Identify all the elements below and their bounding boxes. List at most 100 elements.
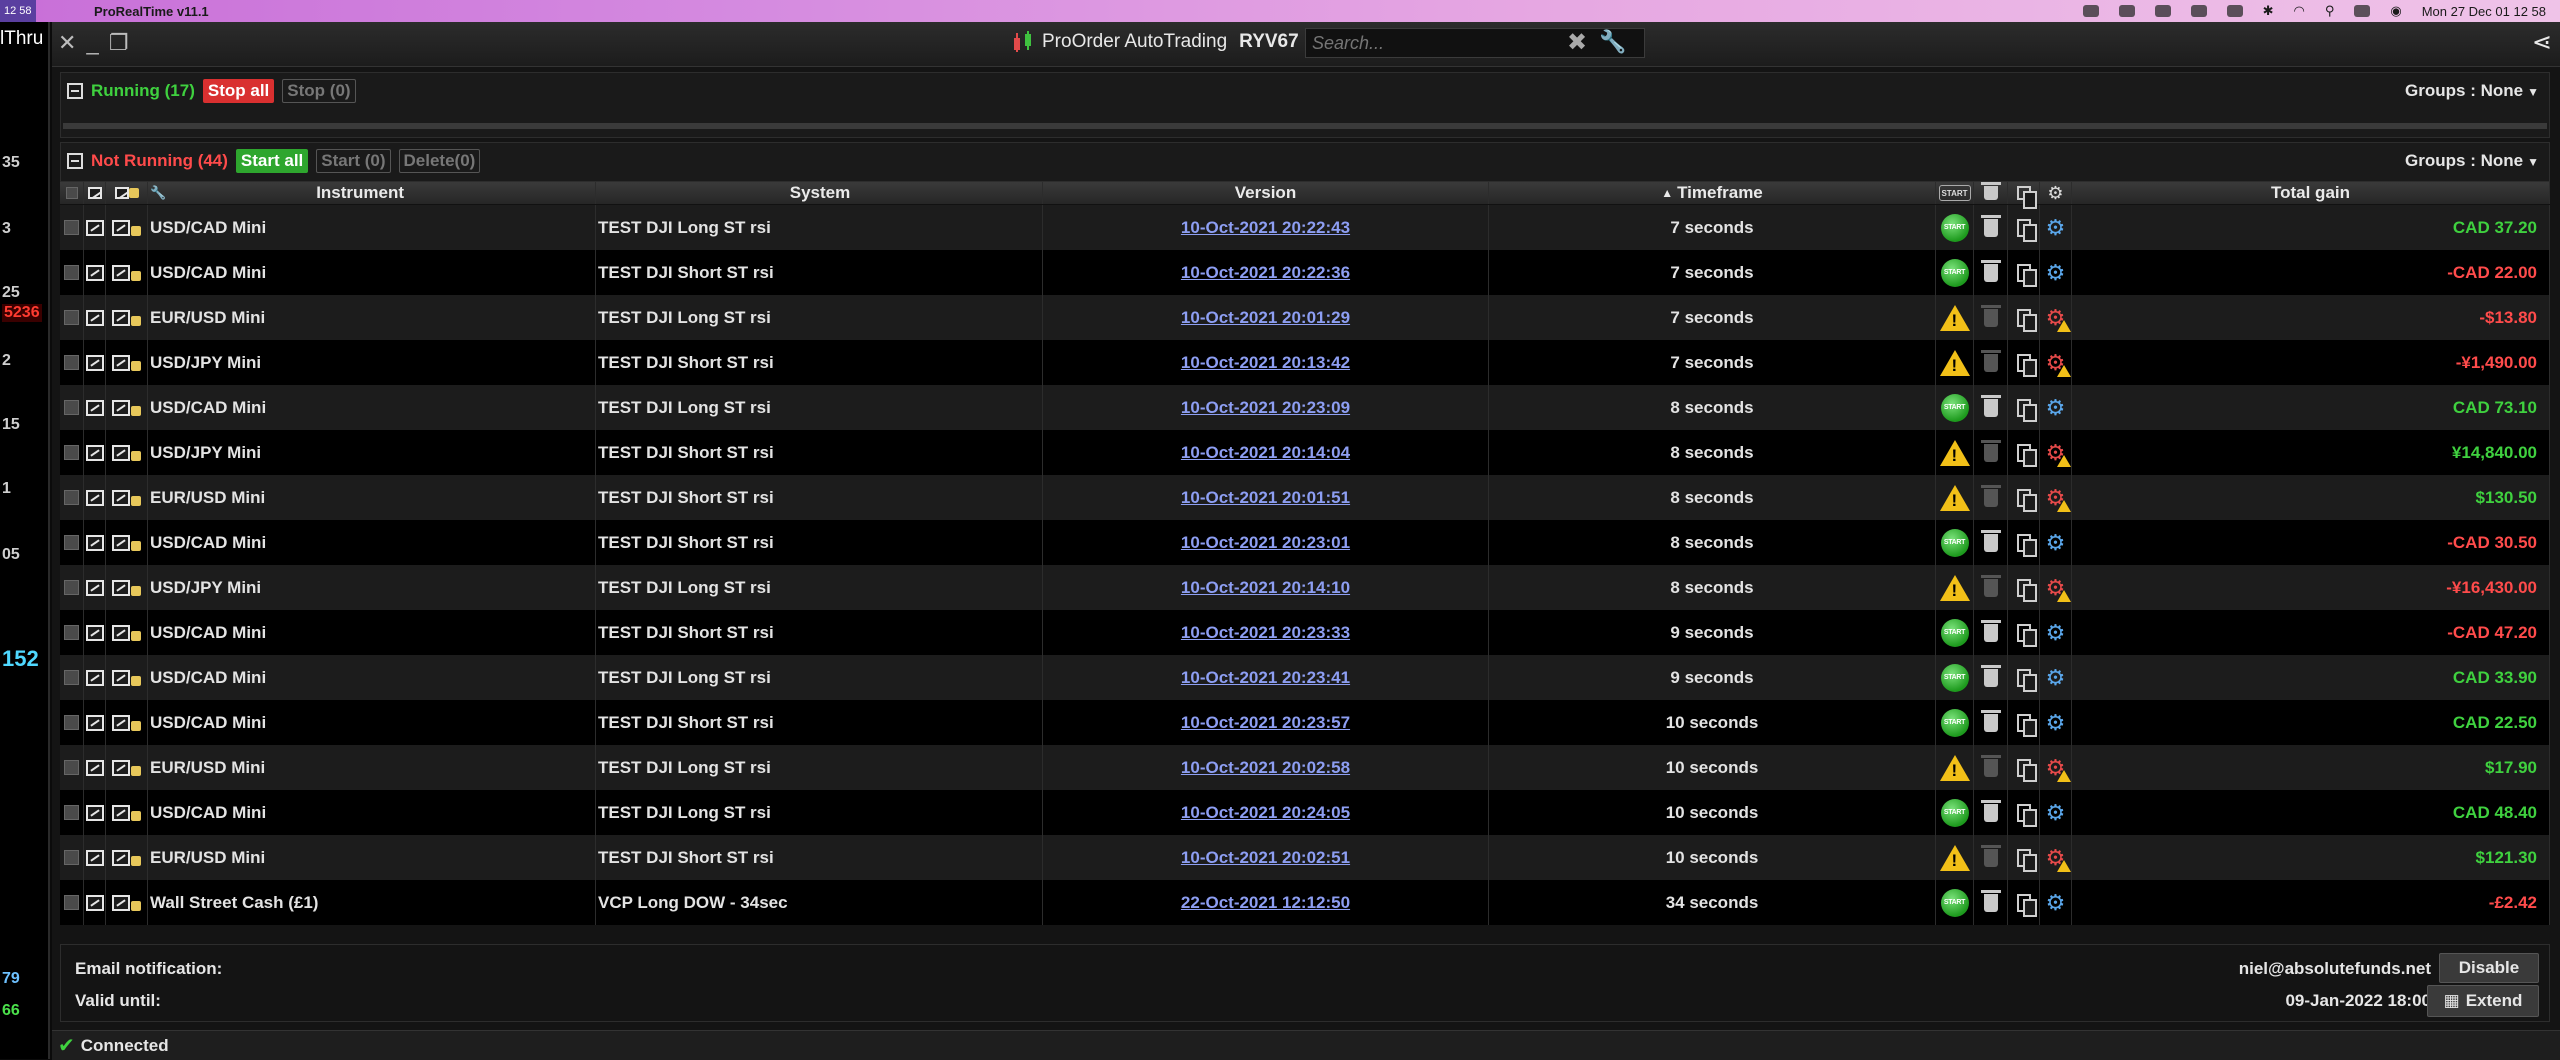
cell-copy[interactable]: [2008, 295, 2040, 340]
column-timeframe[interactable]: ▲ Timeframe: [1489, 182, 1936, 204]
email-lock-icon[interactable]: [106, 205, 148, 250]
gear-icon[interactable]: ⚙: [2046, 576, 2072, 602]
cell-start[interactable]: [1936, 430, 1974, 475]
email-lock-icon[interactable]: [106, 880, 148, 925]
gear-icon[interactable]: ⚙: [2046, 486, 2072, 512]
close-icon[interactable]: ✕: [58, 32, 76, 54]
cell-settings[interactable]: ⚙: [2040, 295, 2072, 340]
start-all-button[interactable]: Start all: [235, 149, 309, 173]
cell-delete[interactable]: [1974, 520, 2008, 565]
email-icon[interactable]: [84, 295, 106, 340]
cell-delete[interactable]: [1974, 295, 2008, 340]
cell-version-link[interactable]: 10-Oct-2021 20:23:09: [1043, 385, 1489, 430]
email-icon[interactable]: [84, 430, 106, 475]
copy-icon[interactable]: [2016, 398, 2037, 422]
row-checkbox[interactable]: [60, 520, 84, 565]
siri-icon[interactable]: ◉: [2390, 3, 2401, 19]
gear-icon[interactable]: ⚙: [2046, 711, 2066, 733]
start-icon[interactable]: START: [1940, 708, 1969, 737]
start-icon[interactable]: START: [1940, 798, 1969, 827]
trash-icon[interactable]: [1980, 799, 2001, 822]
start-icon[interactable]: START: [1940, 618, 1969, 647]
email-lock-icon[interactable]: [106, 790, 148, 835]
email-lock-icon[interactable]: [106, 295, 148, 340]
cell-settings[interactable]: ⚙: [2040, 475, 2072, 520]
cell-copy[interactable]: [2008, 250, 2040, 295]
cell-settings[interactable]: ⚙: [2040, 655, 2072, 700]
start-icon[interactable]: START: [1940, 213, 1969, 242]
copy-icon[interactable]: [2016, 623, 2037, 647]
table-row[interactable]: USD/JPY Mini TEST DJI Short ST rsi 10-Oc…: [60, 340, 2550, 385]
email-lock-icon[interactable]: [106, 520, 148, 565]
email-lock-icon[interactable]: [106, 385, 148, 430]
table-row[interactable]: EUR/USD Mini TEST DJI Short ST rsi 10-Oc…: [60, 835, 2550, 880]
stop-button[interactable]: Stop (0): [282, 79, 356, 103]
copy-icon[interactable]: [2016, 713, 2037, 737]
start-icon[interactable]: START: [1940, 528, 1969, 557]
spotlight-icon[interactable]: ⚲: [2325, 3, 2335, 19]
wifi-icon[interactable]: ◠: [2293, 3, 2304, 19]
cell-copy[interactable]: [2008, 430, 2040, 475]
cell-start[interactable]: START: [1936, 385, 1974, 430]
email-icon[interactable]: [84, 700, 106, 745]
cell-delete[interactable]: [1974, 835, 2008, 880]
cell-settings[interactable]: ⚙: [2040, 790, 2072, 835]
cell-start[interactable]: START: [1936, 205, 1974, 250]
select-all-checkbox[interactable]: [60, 182, 84, 204]
cell-version-link[interactable]: 22-Oct-2021 12:12:50: [1043, 880, 1489, 925]
warning-icon[interactable]: [1939, 304, 1970, 331]
cell-version-link[interactable]: 10-Oct-2021 20:22:43: [1043, 205, 1489, 250]
cell-version-link[interactable]: 10-Oct-2021 20:02:51: [1043, 835, 1489, 880]
cell-version-link[interactable]: 10-Oct-2021 20:23:01: [1043, 520, 1489, 565]
email-lock-icon[interactable]: [106, 565, 148, 610]
table-row[interactable]: USD/JPY Mini TEST DJI Long ST rsi 10-Oct…: [60, 565, 2550, 610]
copy-icon[interactable]: [2016, 668, 2037, 692]
cell-delete[interactable]: [1974, 475, 2008, 520]
column-system[interactable]: System: [596, 182, 1043, 204]
trash-icon[interactable]: [1980, 664, 2001, 687]
table-row[interactable]: USD/CAD Mini TEST DJI Short ST rsi 10-Oc…: [60, 700, 2550, 745]
extend-button[interactable]: ▦ Extend: [2427, 985, 2539, 1017]
email-icon[interactable]: [84, 520, 106, 565]
trash-icon[interactable]: [1980, 709, 2001, 732]
row-checkbox[interactable]: [60, 700, 84, 745]
row-checkbox[interactable]: [60, 385, 84, 430]
gear-icon[interactable]: ⚙: [2046, 756, 2072, 782]
gear-icon[interactable]: ⚙: [2046, 666, 2066, 688]
restore-icon[interactable]: ❐: [109, 32, 129, 54]
row-checkbox[interactable]: [60, 475, 84, 520]
copy-icon[interactable]: [2016, 803, 2037, 827]
cell-delete[interactable]: [1974, 790, 2008, 835]
table-row[interactable]: USD/CAD Mini TEST DJI Long ST rsi 10-Oct…: [60, 385, 2550, 430]
gear-icon[interactable]: ⚙: [2046, 396, 2066, 418]
column-instrument[interactable]: 🔧 Instrument: [148, 182, 596, 204]
cell-start[interactable]: [1936, 340, 1974, 385]
trash-icon[interactable]: [1980, 574, 2001, 597]
app-name[interactable]: ProRealTime v11.1: [94, 4, 209, 19]
cell-delete[interactable]: [1974, 250, 2008, 295]
warning-icon[interactable]: [1939, 349, 1970, 376]
email-lock-icon[interactable]: [106, 250, 148, 295]
warning-icon[interactable]: [1939, 754, 1970, 781]
trash-icon[interactable]: [1980, 844, 2001, 867]
email-icon[interactable]: [84, 610, 106, 655]
trash-icon[interactable]: [1980, 394, 2001, 417]
row-checkbox[interactable]: [60, 430, 84, 475]
email-lock-icon[interactable]: [106, 340, 148, 385]
table-row[interactable]: USD/CAD Mini TEST DJI Short ST rsi 10-Oc…: [60, 250, 2550, 295]
delete-button[interactable]: Delete(0): [398, 149, 481, 173]
cell-start[interactable]: START: [1936, 700, 1974, 745]
wrench-icon[interactable]: 🔧: [1599, 29, 1626, 55]
cell-copy[interactable]: [2008, 880, 2040, 925]
copy-icon[interactable]: [2016, 443, 2037, 467]
cell-start[interactable]: START: [1936, 655, 1974, 700]
trash-icon[interactable]: [1980, 754, 2001, 777]
start-icon[interactable]: START: [1940, 888, 1969, 917]
row-checkbox[interactable]: [60, 295, 84, 340]
cell-version-link[interactable]: 10-Oct-2021 20:13:42: [1043, 340, 1489, 385]
gear-icon[interactable]: ⚙: [2046, 306, 2072, 332]
cell-settings[interactable]: ⚙: [2040, 565, 2072, 610]
cell-settings[interactable]: ⚙: [2040, 385, 2072, 430]
email-icon[interactable]: [84, 880, 106, 925]
copy-icon[interactable]: [2016, 848, 2037, 872]
